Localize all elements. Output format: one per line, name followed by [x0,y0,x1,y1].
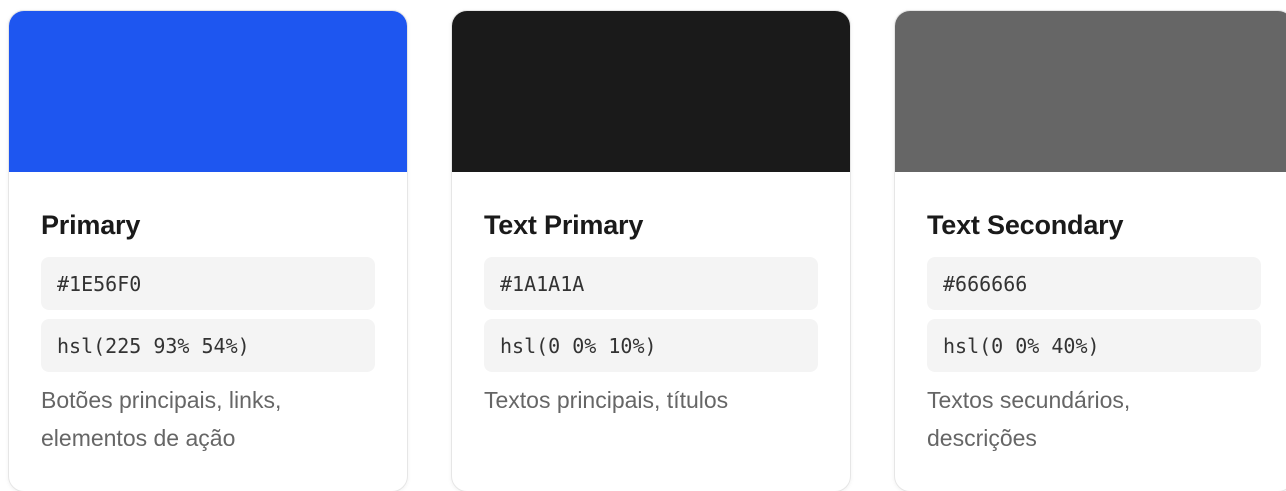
color-usage: Textos principais, títulos [484,387,729,413]
hex-code[interactable]: #1A1A1A [484,257,818,310]
color-usage: Botões principais, links, elementos de a… [41,387,282,451]
color-swatch [452,11,850,172]
color-card-text-secondary: Text Secondary #666666 hsl(0 0% 40%) Tex… [894,10,1286,491]
hsl-code[interactable]: hsl(0 0% 10%) [484,319,818,372]
hsl-code[interactable]: hsl(225 93% 54%) [41,319,375,372]
card-body: Text Primary #1A1A1A hsl(0 0% 10%) Texto… [452,172,850,419]
color-swatch-grid: Primary #1E56F0 hsl(225 93% 54%) Botões … [8,10,1286,491]
color-name: Text Primary [484,210,644,240]
color-card-primary: Primary #1E56F0 hsl(225 93% 54%) Botões … [8,10,408,491]
color-card-text-primary: Text Primary #1A1A1A hsl(0 0% 10%) Texto… [451,10,851,491]
hex-code[interactable]: #666666 [927,257,1261,310]
color-name: Text Secondary [927,210,1124,240]
card-body: Primary #1E56F0 hsl(225 93% 54%) Botões … [9,172,407,457]
card-body: Text Secondary #666666 hsl(0 0% 40%) Tex… [895,172,1286,457]
color-swatch [895,11,1286,172]
hsl-code[interactable]: hsl(0 0% 40%) [927,319,1261,372]
color-name: Primary [41,210,141,240]
hex-code[interactable]: #1E56F0 [41,257,375,310]
color-swatch [9,11,407,172]
color-usage: Textos secundários, descrições [927,387,1131,451]
